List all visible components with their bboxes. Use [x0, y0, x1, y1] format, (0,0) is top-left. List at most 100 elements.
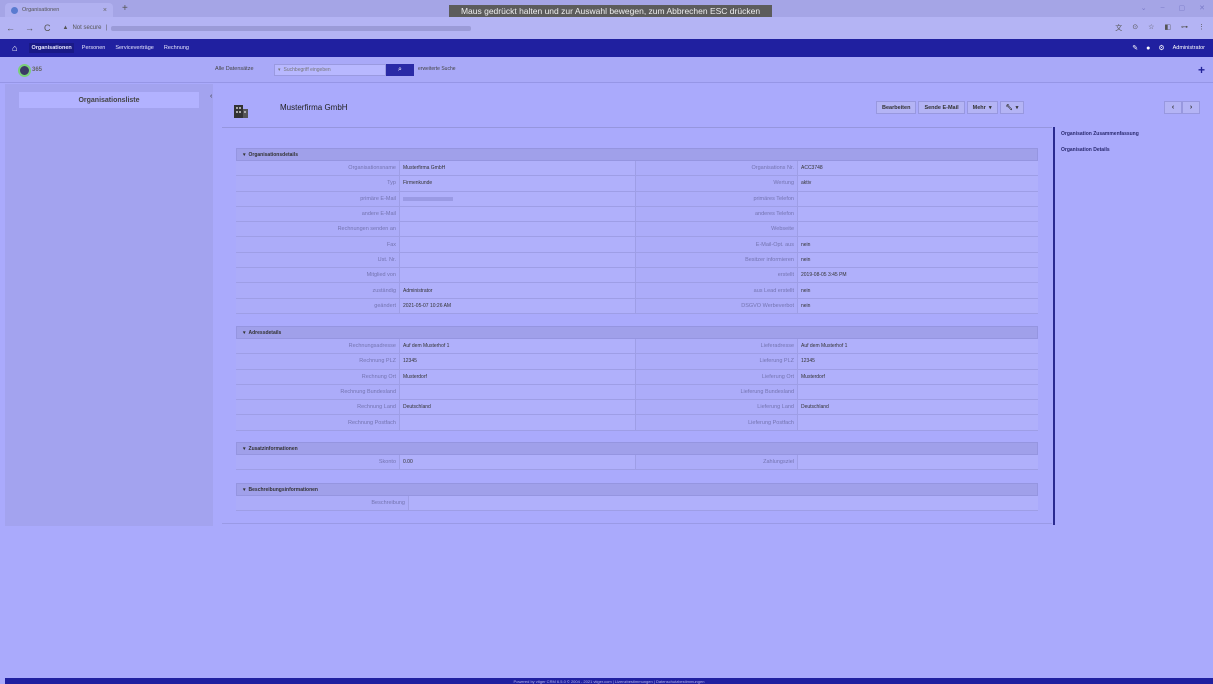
block-header[interactable]: ▾ Adressdetails — [236, 326, 1038, 339]
search-button[interactable]: ⌕ — [386, 64, 414, 76]
edit-button[interactable]: Bearbeiten — [876, 101, 917, 114]
related-item-summary[interactable]: Organisation Zusammenfassung — [1061, 131, 1203, 137]
field-value[interactable]: 0.00 — [399, 455, 636, 470]
star-icon[interactable]: ☆ — [1148, 23, 1154, 33]
field-value[interactable]: nein — [797, 237, 1038, 252]
field-value[interactable] — [797, 455, 1038, 470]
field-value[interactable]: nein — [797, 283, 1038, 298]
footer: Powered by vtiger CRM 6.5.0 © 2004 - 202… — [5, 678, 1213, 684]
user-menu[interactable]: Administrator — [1173, 45, 1205, 51]
menu-icon[interactable]: ⋮ — [1198, 23, 1205, 33]
field-value[interactable]: Auf dem Musterhof 1 — [399, 339, 636, 354]
search-input[interactable]: ▾ Suchbegriff eingeben — [274, 64, 386, 76]
field-label: Beschreibung — [236, 496, 408, 511]
home-icon[interactable]: ⌂ — [12, 43, 17, 53]
info-icon[interactable]: ● — [1146, 45, 1150, 52]
send-email-button[interactable]: Sende E-Mail — [918, 101, 965, 114]
field-value[interactable]: aktiv — [797, 176, 1038, 191]
field-value[interactable] — [797, 384, 1038, 400]
more-button[interactable]: Mehr ▾ — [966, 101, 998, 114]
field-value[interactable] — [399, 268, 636, 283]
previous-record-button[interactable]: ‹ — [1164, 101, 1182, 114]
chevron-down-icon[interactable]: ⌄ — [1141, 4, 1147, 12]
block-beschreibungsinformationen: ▾ Beschreibungsinformationen Beschreibun… — [236, 483, 1038, 512]
field-value[interactable]: nein — [797, 252, 1038, 268]
field-value[interactable]: nein — [797, 298, 1038, 313]
browser-tabbar: Organisationen × + Maus gedrückt halten … — [0, 0, 1213, 17]
field-value[interactable] — [399, 191, 636, 206]
field-value[interactable] — [399, 237, 636, 252]
field-value[interactable] — [399, 252, 636, 268]
field-label: Webseite — [636, 222, 797, 237]
field-label: Lieferadresse — [636, 339, 797, 354]
tools-button[interactable]: 🔧︎ ▾ — [999, 101, 1025, 114]
field-label: Rechnung PLZ — [236, 354, 399, 369]
block-header[interactable]: ▾ Organisationsdetails — [236, 148, 1038, 161]
field-value[interactable]: 12345 — [797, 354, 1038, 369]
field-value[interactable]: Administrator — [399, 283, 636, 298]
forward-icon[interactable]: → — [25, 23, 34, 33]
field-value[interactable]: Deutschland — [399, 400, 636, 415]
back-icon[interactable]: ← — [6, 23, 15, 33]
block-header[interactable]: ▾ Zusatzinformationen — [236, 442, 1038, 455]
search-scope-select[interactable]: Alle Datensätze — [215, 66, 254, 72]
divider — [222, 523, 1052, 524]
field-row: Beschreibung — [236, 496, 1038, 512]
field-value[interactable]: Musterdorf — [797, 369, 1038, 384]
browser-tab[interactable]: Organisationen × — [5, 3, 113, 17]
close-icon[interactable]: ✕ — [1199, 4, 1205, 12]
related-item-details[interactable]: Organisation Details — [1061, 147, 1203, 153]
field-value[interactable] — [399, 222, 636, 237]
block-header[interactable]: ▾ Beschreibungsinformationen — [236, 483, 1038, 496]
field-value[interactable]: ACC3748 — [797, 161, 1038, 176]
field-value[interactable] — [399, 206, 636, 222]
sidebar-item-organisationsliste[interactable]: Organisationsliste — [19, 92, 199, 108]
field-row: Ust. Nr. Besitzer informieren nein — [236, 252, 1038, 269]
field-label: Wertung — [636, 176, 797, 191]
security-label: Not secure — [72, 25, 102, 31]
field-value[interactable] — [399, 384, 636, 400]
sidepanel-icon[interactable]: ◧ — [1164, 23, 1171, 33]
field-row: Organisationsname Musterfirma GmbH Organis… — [236, 161, 1038, 177]
field-label: DSGVO Werbeverbot — [636, 298, 797, 313]
advanced-search-link[interactable]: erweiterte Suche — [418, 66, 456, 72]
field-row: Mitglied von erstellt 2019-08-05 3:45 PM — [236, 268, 1038, 284]
next-record-button[interactable]: › — [1182, 101, 1200, 114]
field-value[interactable] — [408, 496, 1038, 511]
minimize-icon[interactable]: – — [1161, 4, 1165, 12]
field-label: aus Lead erstellt — [636, 283, 797, 298]
lens-icon[interactable]: ⊙ — [1132, 23, 1138, 33]
field-value[interactable]: Firmenkunde — [399, 176, 636, 191]
add-record-icon[interactable]: + — [1198, 63, 1205, 77]
pencil-icon[interactable]: ✎ — [1132, 44, 1138, 52]
url-field[interactable]: ▲ Not secure | — [63, 22, 543, 34]
nav-item-rechnung[interactable]: Rechnung — [162, 43, 191, 53]
field-value[interactable]: Auf dem Musterhof 1 — [797, 339, 1038, 354]
field-label: Lieferung Ort — [636, 369, 797, 384]
field-value[interactable] — [399, 415, 636, 430]
collapse-sidebar-icon[interactable]: ‹ — [210, 93, 212, 100]
app-logo[interactable]: 365 — [18, 63, 52, 77]
field-value[interactable] — [797, 415, 1038, 430]
field-value[interactable]: 12345 — [399, 354, 636, 369]
field-value[interactable] — [797, 222, 1038, 237]
field-value[interactable]: Musterdorf — [399, 369, 636, 384]
nav-item-organisationen[interactable]: Organisationen — [29, 43, 74, 53]
gear-icon[interactable]: ⚙ — [1158, 44, 1164, 52]
key-icon[interactable]: ⊶ — [1181, 23, 1188, 33]
nav-item-servicevertraege[interactable]: Serviceverträge — [113, 43, 156, 53]
field-value[interactable]: 2021-05-07 10:26 AM — [399, 298, 636, 313]
field-row: Fax E-Mail-Opt. aus nein — [236, 237, 1038, 253]
field-value[interactable]: Musterfirma GmbH — [399, 161, 636, 176]
nav-item-personen[interactable]: Personen — [80, 43, 108, 53]
field-value[interactable]: 2019-08-05 3:45 PM — [797, 268, 1038, 283]
translate-icon[interactable]: 文 — [1115, 23, 1122, 33]
close-tab-icon[interactable]: × — [103, 7, 107, 14]
field-value[interactable] — [797, 191, 1038, 206]
field-value[interactable]: Deutschland — [797, 400, 1038, 415]
new-tab-icon[interactable]: + — [122, 3, 128, 14]
maximize-icon[interactable]: ▢ — [1179, 4, 1186, 12]
reload-icon[interactable]: C — [44, 23, 51, 33]
field-value[interactable] — [797, 206, 1038, 222]
field-row: Rechnung Ort Musterdorf Lieferung Ort Muste… — [236, 369, 1038, 385]
